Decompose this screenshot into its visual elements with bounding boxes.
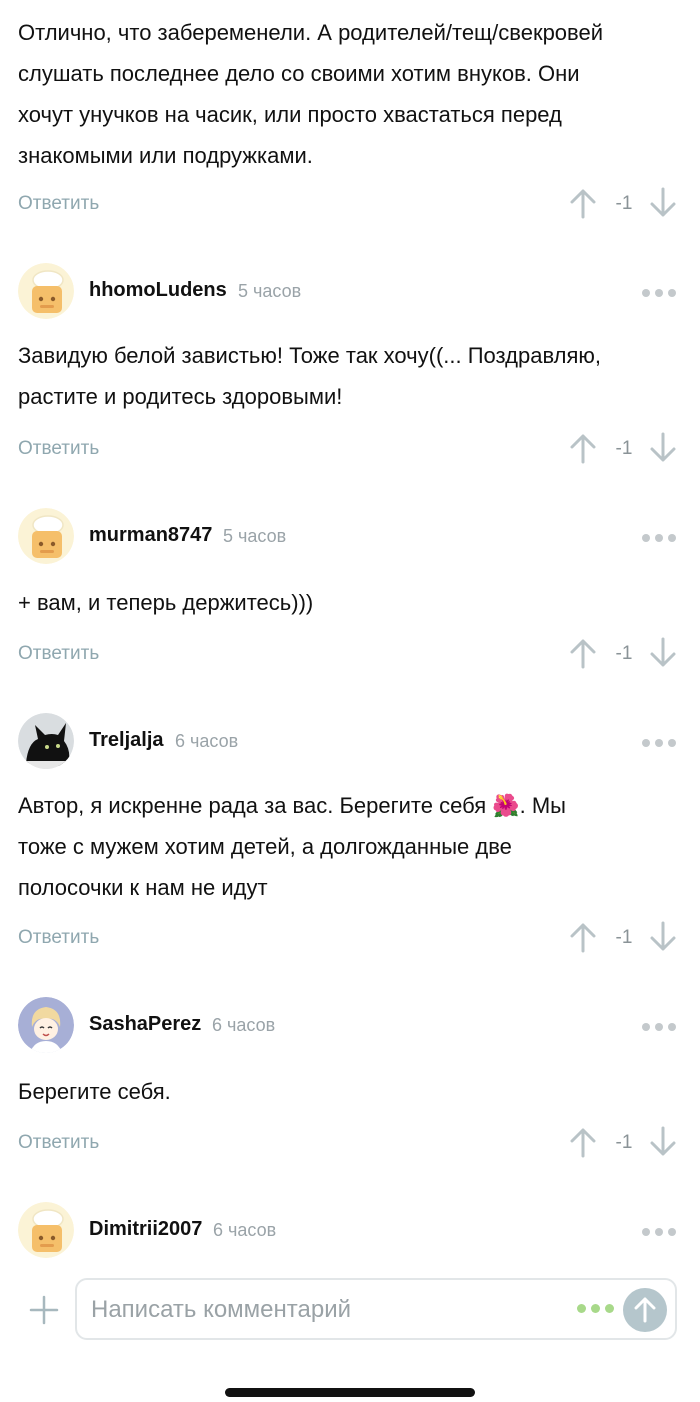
comment-input-bar [0, 1270, 700, 1350]
black-cat-avatar-icon [18, 713, 74, 769]
more-options-icon[interactable] [642, 1228, 676, 1236]
comment-item: SashaPerez 6 часов Берегите себя. Ответи… [0, 997, 700, 1158]
more-options-icon[interactable] [642, 534, 676, 542]
downvote-arrow-icon[interactable] [648, 187, 678, 219]
timestamp: 5 часов [238, 281, 302, 301]
chef-cookie-avatar-icon [18, 1202, 74, 1258]
timestamp: 6 часов [212, 1015, 276, 1035]
reply-button[interactable]: Ответить [18, 927, 99, 949]
chef-cookie-avatar-icon [18, 263, 74, 319]
attach-plus-icon[interactable] [28, 1294, 60, 1326]
downvote-arrow-icon[interactable] [648, 637, 678, 669]
timestamp: 6 часов [175, 731, 239, 751]
comment-actions: Ответить -1 [0, 430, 700, 470]
upvote-arrow-icon[interactable] [568, 1126, 598, 1158]
avatar[interactable] [18, 1202, 74, 1258]
vote-score: -1 [615, 927, 633, 948]
vote-score: -1 [615, 193, 633, 214]
username[interactable]: murman8747 [89, 524, 212, 547]
username[interactable]: Treljalja [89, 729, 164, 752]
upvote-arrow-icon[interactable] [568, 637, 598, 669]
reply-button[interactable]: Ответить [18, 643, 99, 665]
comment-header: hhomoLudens 5 часов [0, 263, 700, 319]
comment-actions: Ответить -1 [0, 919, 700, 959]
comment-actions: Ответить -1 [0, 1124, 700, 1164]
avatar[interactable] [18, 508, 74, 564]
comment-item: hhomoLudens 5 часов Завидую белой завист… [0, 263, 700, 464]
username[interactable]: SashaPerez [89, 1013, 201, 1036]
comments-screen: Отлично, что забеременели. А родителей/т… [0, 0, 700, 1402]
comment-input[interactable] [91, 1292, 561, 1328]
avatar[interactable] [18, 997, 74, 1053]
comment-text: Автор, я искренне рада за вас. Берегите … [18, 793, 566, 900]
chef-cookie-avatar-icon [18, 508, 74, 564]
username[interactable]: Dimitrii2007 [89, 1218, 202, 1241]
more-options-icon[interactable] [642, 1023, 676, 1031]
vote-score: -1 [615, 1132, 633, 1153]
timestamp: 5 часов [223, 526, 287, 546]
more-options-icon[interactable] [642, 289, 676, 297]
comment-header: murman8747 5 часов [0, 508, 700, 564]
comment-header: Treljalja 6 часов [0, 713, 700, 769]
comment-input-box [75, 1278, 677, 1340]
avatar[interactable] [18, 263, 74, 319]
downvote-arrow-icon[interactable] [648, 1126, 678, 1158]
downvote-arrow-icon[interactable] [648, 432, 678, 464]
upvote-arrow-icon[interactable] [568, 921, 598, 953]
send-arrow-icon[interactable] [623, 1288, 667, 1332]
comment-text: Завидую белой завистью! Тоже так хочу((.… [18, 343, 601, 409]
reply-button[interactable]: Ответить [18, 1132, 99, 1154]
comment-item: murman8747 5 часов + вам, и теперь держи… [0, 508, 700, 669]
comment-text: Отлично, что забеременели. А родителей/т… [18, 20, 604, 168]
comment-text: + вам, и теперь держитесь))) [18, 590, 314, 615]
comment-item: Treljalja 6 часов Автор, я искренне рада… [0, 713, 700, 953]
avatar[interactable] [18, 713, 74, 769]
comment-header: Dimitrii2007 6 часов [0, 1202, 700, 1258]
vote-score: -1 [615, 643, 633, 664]
reply-button[interactable]: Ответить [18, 193, 99, 215]
anime-character-avatar-icon [18, 997, 74, 1053]
comment-text: Берегите себя. [18, 1079, 171, 1104]
comment-actions: Ответить -1 [0, 185, 700, 225]
vote-score: -1 [615, 438, 633, 459]
emoji-dots-icon[interactable] [577, 1304, 614, 1313]
comment-actions: Ответить -1 [0, 635, 700, 675]
username[interactable]: hhomoLudens [89, 279, 227, 302]
comment-header: SashaPerez 6 часов [0, 997, 700, 1053]
upvote-arrow-icon[interactable] [568, 187, 598, 219]
home-indicator[interactable] [225, 1388, 475, 1397]
comment-item: Dimitrii2007 6 часов [0, 1202, 700, 1258]
downvote-arrow-icon[interactable] [648, 921, 678, 953]
reply-button[interactable]: Ответить [18, 438, 99, 460]
more-options-icon[interactable] [642, 739, 676, 747]
upvote-arrow-icon[interactable] [568, 432, 598, 464]
timestamp: 6 часов [213, 1220, 277, 1240]
